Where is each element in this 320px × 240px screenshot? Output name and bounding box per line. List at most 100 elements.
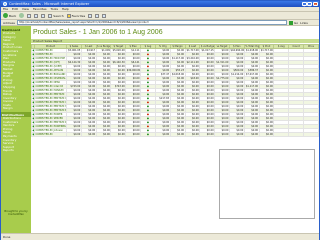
toolbar: Back Search Favorites xyxy=(1,12,319,20)
value-cell: $5,020.00 xyxy=(110,48,127,53)
product-cell[interactable]: COMPUTER-PC Intel DX xyxy=(34,84,67,89)
column-header[interactable]: $ vs Budget xyxy=(95,44,112,49)
print-icon[interactable] xyxy=(102,13,107,18)
column-header[interactable]: % Total Chg xyxy=(243,44,260,49)
page-content: Dashboard Products Category Sales Regions Pr… xyxy=(1,26,319,233)
product-cell[interactable]: COMPUTER-PC CELERON-L xyxy=(34,76,67,81)
product-cell[interactable]: COMPUTER-PC PENTIUM III xyxy=(34,100,67,105)
value-cell: $1,775.00 xyxy=(214,76,230,81)
sidebar-item[interactable]: Margin xyxy=(1,107,31,111)
value-cell: $1,311.00 xyxy=(214,60,230,65)
menu-edit[interactable]: Edit xyxy=(12,7,18,11)
value-cell: $0.00 xyxy=(125,132,142,137)
mail-icon[interactable] xyxy=(95,13,100,18)
address-input[interactable]: http://localhost/ContentMax/Sales/sales_… xyxy=(16,20,287,25)
value-cell: $1,017.15 xyxy=(199,48,216,53)
page-title: Product Sales - 1 Jan 2006 to 1 Aug 2006 xyxy=(33,29,163,36)
product-cell[interactable]: COMPUTER-PC PENTIUM M xyxy=(34,108,67,113)
value-cell: ● xyxy=(140,132,156,137)
maximize-button[interactable]: □ xyxy=(307,1,313,6)
value-cell: $1,717.00 xyxy=(184,48,201,53)
value-cell: $2,111.00 xyxy=(184,60,201,65)
menu-view[interactable]: View xyxy=(22,7,29,11)
value-cell: $1,717.00 xyxy=(258,48,275,53)
product-cell[interactable]: COMPUTER-PC HWD EXE xyxy=(34,56,67,61)
column-header[interactable]: $ vs Budget xyxy=(199,44,216,49)
value-cell: $0.00 xyxy=(169,132,186,137)
chart-placeholder xyxy=(219,149,315,219)
stop-icon[interactable] xyxy=(27,13,32,18)
report-area: Product Sales - 1 Jan 2006 to 1 Aug 2006… xyxy=(31,26,319,233)
value-cell: $1,117.00 xyxy=(243,84,260,89)
value-cell: $44,994.00 xyxy=(228,48,245,53)
empty-cell xyxy=(273,132,290,137)
menu-file[interactable]: File xyxy=(3,7,8,11)
product-cell[interactable]: COMPUTER-PC POWERBK-3 xyxy=(34,124,67,129)
value-cell: $3,210.00 xyxy=(184,56,201,61)
value-cell: $5,061.05 xyxy=(66,48,82,53)
address-label: Address xyxy=(3,20,15,25)
product-cell[interactable]: COMPUTER-PC SERVER xyxy=(34,116,67,121)
history-icon[interactable] xyxy=(88,13,93,18)
favorites-button[interactable]: Favorites xyxy=(66,13,85,18)
value-cell: $0.00 xyxy=(95,132,112,137)
product-cell[interactable]: COMPUTER-PC PENTIUM IV xyxy=(34,104,67,109)
value-cell: $4,018.00 xyxy=(169,72,186,77)
star-icon xyxy=(66,13,71,18)
value-cell: $0.00 xyxy=(258,132,275,137)
value-cell: $0.00 xyxy=(243,132,260,137)
value-cell: $0.00 xyxy=(80,132,97,137)
window-title: ContentMax: Sales - Microsoft Internet E… xyxy=(9,2,90,6)
value-cell: $0.00 xyxy=(154,132,171,137)
forward-button[interactable] xyxy=(19,13,25,18)
refresh-icon[interactable] xyxy=(34,13,39,18)
window-controls: _ □ × xyxy=(301,1,318,6)
product-cell[interactable]: COMPUTER-PC ITANIUM xyxy=(34,88,67,93)
sidebar-footer: Brought to you by ContentMax xyxy=(4,210,28,217)
minimize-button[interactable]: _ xyxy=(301,1,307,6)
menu-tools[interactable]: Tools xyxy=(51,7,58,11)
product-cell[interactable]: COMPUTER-PC PENTIUM II xyxy=(34,96,67,101)
menu-help[interactable]: Help xyxy=(62,7,69,11)
sales-table: Product $ Sales $ Last $ vs Budget $ Target $… xyxy=(31,44,319,137)
home-icon[interactable] xyxy=(41,13,46,18)
value-cell: $6,140.30 xyxy=(110,60,127,65)
value-cell: $0.00 xyxy=(214,132,230,137)
menu-favorites[interactable]: Favorites xyxy=(33,7,47,11)
go-button[interactable]: Go xyxy=(288,20,298,25)
go-arrow-icon xyxy=(288,20,293,25)
value-cell: $0.00 xyxy=(184,132,201,137)
sidebar-section-item[interactable]: Reports xyxy=(1,149,31,153)
value-cell: $1,117.00 xyxy=(169,56,186,61)
empty-cell xyxy=(303,132,319,137)
value-cell: $30,000.80 xyxy=(125,68,142,73)
column-header[interactable]: vs Target xyxy=(214,44,230,49)
product-cell[interactable]: COMPUTER-PC ATHLON xyxy=(34,68,67,73)
product-cell[interactable]: COMPUTER-PC xyxy=(34,132,67,137)
back-arrow-icon xyxy=(3,13,8,18)
close-button[interactable]: × xyxy=(313,1,318,6)
links-button[interactable]: Links xyxy=(300,21,308,25)
product-cell[interactable]: COMPUTER-PC (UCEH) xyxy=(34,64,67,69)
report-label: Product Sales Report xyxy=(31,39,319,43)
product-cell[interactable]: COMPUTER-PC Johnson xyxy=(34,128,67,133)
product-cell[interactable]: COMPUTER-PC BORLAND xyxy=(34,72,67,77)
internet-explorer-icon xyxy=(3,2,7,6)
table-row[interactable]: ● COMPUTER-PC $0.00 $0.00 $0.00 $0.00 $0.00 ● $0… xyxy=(31,132,319,137)
product-cell[interactable]: COMPUTER-PC PENTIUM xyxy=(34,92,67,97)
back-button[interactable]: Back xyxy=(3,13,16,18)
product-cell[interactable]: COMPUTER-PC POWER xyxy=(34,112,67,117)
value-cell: $7,017.00 xyxy=(243,72,260,77)
value-cell: $0.00 xyxy=(199,132,216,137)
value-cell: $6,144.30 xyxy=(66,60,82,65)
product-cell[interactable]: COMPUTER-PC PENTIUM D xyxy=(34,120,67,125)
value-cell: $0.00 xyxy=(110,132,127,137)
value-cell: $1,018.00 xyxy=(243,48,260,53)
value-cell: $0.00 xyxy=(66,132,82,137)
search-button[interactable]: Search xyxy=(48,13,64,18)
value-cell: $1,214.00 xyxy=(228,72,245,77)
value-cell: $0.00 xyxy=(228,132,245,137)
search-icon xyxy=(48,13,53,18)
empty-cell xyxy=(288,132,304,137)
column-header[interactable]: $ Margin xyxy=(169,44,186,49)
